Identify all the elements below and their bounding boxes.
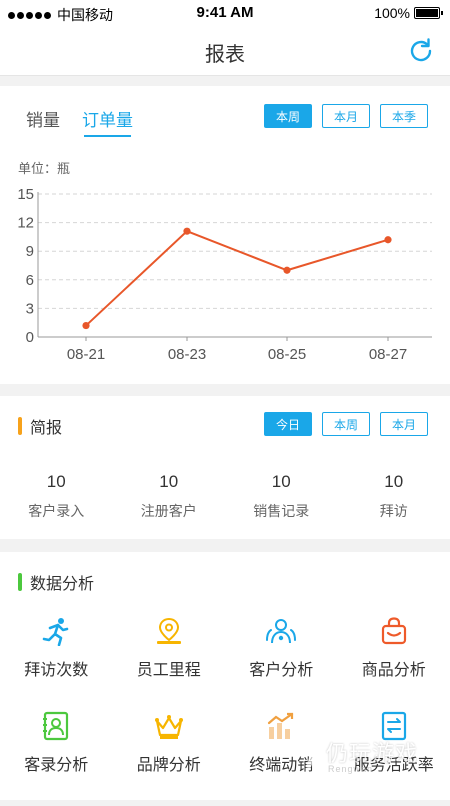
stat-item: 10 销售记录 [225, 472, 338, 521]
analysis-item-label: 品牌分析 [137, 751, 201, 775]
chart-period-selector: 本周本月本季 [264, 104, 428, 128]
unit-label: 单位：瓶 [18, 158, 70, 177]
analysis-item[interactable]: 拜访次数 [0, 616, 113, 711]
y-tick-label: 0 [26, 329, 34, 346]
analysis-item[interactable]: 员工里程 [113, 616, 226, 711]
data-point [384, 236, 391, 243]
contact-card-icon [41, 711, 71, 741]
tab-sales[interactable]: 销量 [26, 106, 60, 131]
analysis-item-label: 客户分析 [249, 656, 313, 680]
sales-chart-card: 销量订单量 本周本月本季 单位：瓶 0 3 6 9 12 15 08-21 08-23 08-2… [0, 86, 450, 384]
chart-period-button-2[interactable]: 本季 [380, 104, 428, 128]
watermark-subtext: Rengwan [328, 764, 373, 774]
stat-item: 10 客户录入 [0, 472, 113, 521]
analysis-item[interactable]: 客录分析 [0, 711, 113, 806]
series-line [86, 231, 388, 325]
shopping-bag-icon [379, 616, 409, 646]
brief-period-selector: 今日本周本月 [264, 412, 428, 436]
users-icon [266, 616, 296, 646]
running-icon [41, 616, 71, 646]
brief-card: 简报 今日本周本月 10客户录入10注册客户10销售记录10拜访 [0, 396, 450, 539]
stat-label: 销售记录 [225, 501, 338, 521]
stat-value: 10 [338, 472, 450, 492]
stat-value: 10 [113, 472, 226, 492]
stat-item: 10 拜访 [338, 472, 450, 521]
x-tick-label: 08-27 [369, 346, 407, 363]
x-tick-label: 08-23 [168, 346, 206, 363]
stat-value: 10 [225, 472, 338, 492]
analysis-item[interactable]: 商品分析 [338, 616, 450, 711]
chart-period-button-1[interactable]: 本月 [322, 104, 370, 128]
analysis-item-label: 拜访次数 [24, 656, 88, 680]
analysis-header: 数据分析 [18, 570, 94, 594]
analysis-item[interactable]: 客户分析 [225, 616, 338, 711]
analysis-item-label: 客录分析 [24, 751, 88, 775]
analysis-item[interactable]: 品牌分析 [113, 711, 226, 806]
location-pin-icon [154, 616, 184, 646]
watermark-logo-icon [296, 734, 324, 774]
watermark: 仍玩游戏 Rengwan [296, 734, 446, 782]
stat-label: 注册客户 [113, 501, 226, 521]
data-point [283, 267, 290, 274]
refresh-icon[interactable] [406, 36, 436, 66]
crown-icon [154, 711, 184, 741]
stat-item: 10 注册客户 [113, 472, 226, 521]
brief-stats: 10客户录入10注册客户10销售记录10拜访 [0, 472, 450, 521]
data-point [82, 322, 89, 329]
battery-percent: 100% [374, 5, 410, 21]
stat-value: 10 [0, 472, 113, 492]
tab-orders[interactable]: 订单量 [82, 106, 133, 131]
x-tick-label: 08-25 [268, 346, 306, 363]
stat-label: 客户录入 [0, 501, 113, 521]
brief-header: 简报 [18, 414, 62, 438]
analysis-item-label: 商品分析 [362, 656, 426, 680]
brief-period-button-2[interactable]: 本月 [380, 412, 428, 436]
y-tick-label: 15 [17, 186, 34, 203]
y-tick-label: 9 [26, 243, 34, 260]
section-accent-bar [18, 573, 22, 591]
analysis-title: 数据分析 [30, 570, 94, 594]
line-chart: 0 3 6 9 12 15 08-21 08-23 08-25 08-27 [0, 180, 450, 380]
stat-label: 拜访 [338, 501, 450, 521]
x-tick-label: 08-21 [67, 346, 105, 363]
brief-period-button-0[interactable]: 今日 [264, 412, 312, 436]
y-tick-label: 12 [17, 215, 34, 232]
metric-tabs: 销量订单量 [26, 106, 133, 131]
navigation-bar: 报表 [0, 26, 450, 76]
trend-chart-icon [266, 711, 296, 741]
brief-period-button-1[interactable]: 本周 [322, 412, 370, 436]
y-tick-label: 3 [26, 300, 34, 317]
chart-period-button-0[interactable]: 本周 [264, 104, 312, 128]
page-title: 报表 [0, 38, 450, 67]
section-accent-bar [18, 417, 22, 435]
battery-icon [414, 7, 440, 19]
analysis-item-label: 员工里程 [137, 656, 201, 680]
data-point [183, 228, 190, 235]
y-tick-label: 6 [26, 272, 34, 289]
status-bar: 中国移动 9:41 AM 100% [0, 0, 450, 26]
brief-title: 简报 [30, 414, 62, 438]
